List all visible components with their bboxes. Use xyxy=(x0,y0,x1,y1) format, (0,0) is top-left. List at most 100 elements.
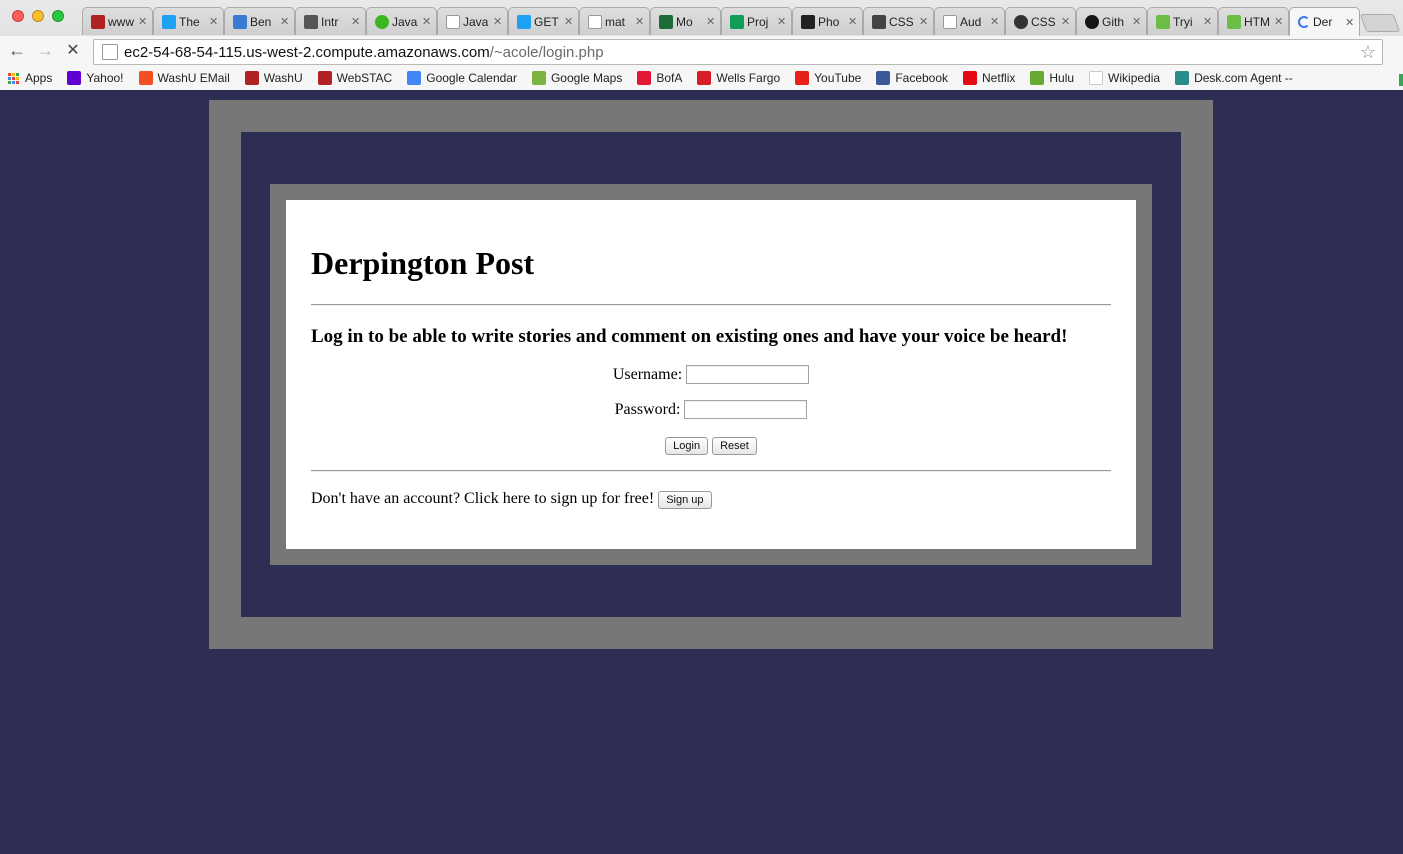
bookmark-0[interactable]: Apps xyxy=(8,71,52,85)
password-row: Password: xyxy=(286,400,1136,419)
bookmark-13[interactable]: Wikipedia xyxy=(1089,71,1160,85)
tab-16[interactable]: HTM ✕ xyxy=(1218,7,1289,35)
page-icon xyxy=(446,14,460,29)
window-close-button[interactable] xyxy=(12,10,24,22)
page-icon xyxy=(943,14,957,29)
browser-toolbar: ← → ✕ ec2-54-68-54-115.us-west-2.compute… xyxy=(0,36,1403,66)
tab-6[interactable]: GET ✕ xyxy=(508,7,579,35)
tab-close-icon[interactable]: ✕ xyxy=(209,15,219,28)
tab-close-icon[interactable]: ✕ xyxy=(1061,15,1071,28)
tab-2[interactable]: Ben ✕ xyxy=(224,7,295,35)
bookmark-label: BofA xyxy=(656,71,683,85)
bookmark-10[interactable]: Facebook xyxy=(876,71,948,85)
tab-8[interactable]: Mo ✕ xyxy=(650,7,721,35)
tab-5[interactable]: Java ✕ xyxy=(437,7,508,35)
tab-0[interactable]: www ✕ xyxy=(82,7,153,35)
forward-arrow-icon[interactable]: → xyxy=(34,39,56,61)
divider-bottom xyxy=(311,470,1111,472)
login-button[interactable]: Login xyxy=(665,437,709,455)
bookmark-4[interactable]: WebSTAC xyxy=(317,71,393,85)
tab-13[interactable]: CSS ✕ xyxy=(1005,7,1076,35)
stop-loading-icon[interactable]: ✕ xyxy=(62,39,84,61)
tab-close-icon[interactable]: ✕ xyxy=(280,15,290,28)
page-icon xyxy=(588,14,602,29)
phnx-icon xyxy=(801,14,815,29)
tab-7[interactable]: mat ✕ xyxy=(579,7,650,35)
desk-icon xyxy=(1175,71,1190,85)
tab-title: Intr xyxy=(321,14,339,29)
washu-icon xyxy=(244,71,259,85)
green-ball-icon xyxy=(375,14,389,29)
tab-11[interactable]: CSS ✕ xyxy=(863,7,934,35)
url-host: ec2-54-68-54-115.us-west-2.compute.amazo… xyxy=(124,43,490,61)
tab-close-icon[interactable]: ✕ xyxy=(138,15,148,28)
tab-3[interactable]: Intr ✕ xyxy=(295,7,366,35)
bookmark-14[interactable]: Desk.com Agent -- xyxy=(1175,71,1293,85)
netflix-icon xyxy=(963,71,978,85)
tab-title: Der xyxy=(1313,15,1333,29)
w3-icon xyxy=(1227,14,1241,29)
bookmark-label: Google Calendar xyxy=(426,71,517,85)
twitter-icon xyxy=(162,14,176,29)
tab-title: Gith xyxy=(1102,14,1125,29)
tab-list: www ✕ The ✕ Ben ✕ Intr ✕ Java ✕ Java ✕ GET ✕ mat ✕ Mo ✕ Pr… xyxy=(82,7,1360,37)
tab-title: Pho xyxy=(818,14,840,29)
tab-12[interactable]: Aud ✕ xyxy=(934,7,1005,35)
bookmark-3[interactable]: WashU xyxy=(244,71,303,85)
tab-close-icon[interactable]: ✕ xyxy=(351,15,361,28)
bookmarks-bar: Apps Yahoo! WashU EMail WashU WebSTAC Google … xyxy=(0,66,1403,90)
tab-close-icon[interactable]: ✕ xyxy=(990,15,1000,28)
signup-button[interactable]: Sign up xyxy=(658,491,712,509)
signup-row: Don't have an account? Click here to sig… xyxy=(311,489,712,509)
bookmark-9[interactable]: YouTube xyxy=(795,71,861,85)
tab-close-icon[interactable]: ✕ xyxy=(1132,15,1142,28)
tab-14[interactable]: Gith ✕ xyxy=(1076,7,1147,35)
tab-15[interactable]: Tryi ✕ xyxy=(1147,7,1218,35)
tab-title: CSS xyxy=(1031,14,1056,29)
username-input[interactable] xyxy=(686,365,810,384)
bookmark-6[interactable]: Google Maps xyxy=(531,71,623,85)
bookmark-1[interactable]: Yahoo! xyxy=(67,71,124,85)
reset-button[interactable]: Reset xyxy=(712,437,757,455)
tab-title: Java xyxy=(392,14,418,29)
tab-close-icon[interactable]: ✕ xyxy=(919,15,929,28)
bookmark-2[interactable]: WashU EMail xyxy=(138,71,230,85)
tab-title: Java xyxy=(463,14,489,29)
tab-close-icon[interactable]: ✕ xyxy=(706,15,716,28)
apps-grid-icon xyxy=(8,72,19,84)
bookmark-8[interactable]: Wells Fargo xyxy=(697,71,780,85)
tab-close-icon[interactable]: ✕ xyxy=(1274,15,1284,28)
back-arrow-icon[interactable]: ← xyxy=(6,39,28,61)
tab-close-icon[interactable]: ✕ xyxy=(422,15,432,28)
bofa-icon xyxy=(637,71,652,85)
tab-close-icon[interactable]: ✕ xyxy=(777,15,787,28)
bookmark-12[interactable]: Hulu xyxy=(1030,71,1074,85)
bookmark-7[interactable]: BofA xyxy=(637,71,682,85)
tab-17[interactable]: Der ✕ xyxy=(1289,7,1360,36)
windows-icon xyxy=(138,71,153,85)
bookmark-label: Apps xyxy=(25,71,53,85)
new-tab-button[interactable] xyxy=(1359,14,1401,32)
tab-1[interactable]: The ✕ xyxy=(153,7,224,35)
tab-close-icon[interactable]: ✕ xyxy=(493,15,503,28)
tab-close-icon[interactable]: ✕ xyxy=(848,15,858,28)
bookmark-label: Google Maps xyxy=(550,71,623,85)
tab-close-icon[interactable]: ✕ xyxy=(635,15,645,28)
bookmark-5[interactable]: Google Calendar xyxy=(407,71,517,85)
tab-10[interactable]: Pho ✕ xyxy=(792,7,863,35)
loading-spinner-icon xyxy=(1298,16,1310,28)
tab-close-icon[interactable]: ✕ xyxy=(1203,15,1213,28)
window-zoom-button[interactable] xyxy=(52,10,64,22)
address-bar[interactable]: ec2-54-68-54-115.us-west-2.compute.amazo… xyxy=(93,39,1383,65)
bookmark-label: WebSTAC xyxy=(336,71,393,85)
url-text[interactable]: ec2-54-68-54-115.us-west-2.compute.amazo… xyxy=(124,44,604,61)
window-minimize-button[interactable] xyxy=(32,10,44,22)
tab-close-icon[interactable]: ✕ xyxy=(564,15,574,28)
bookmark-11[interactable]: Netflix xyxy=(963,71,1015,85)
tab-close-icon[interactable]: ✕ xyxy=(1345,16,1355,29)
bookmark-star-icon[interactable]: ☆ xyxy=(1360,42,1376,63)
divider-top xyxy=(311,304,1111,306)
password-input[interactable] xyxy=(684,400,808,419)
tab-9[interactable]: Proj ✕ xyxy=(721,7,792,35)
tab-4[interactable]: Java ✕ xyxy=(366,7,437,35)
